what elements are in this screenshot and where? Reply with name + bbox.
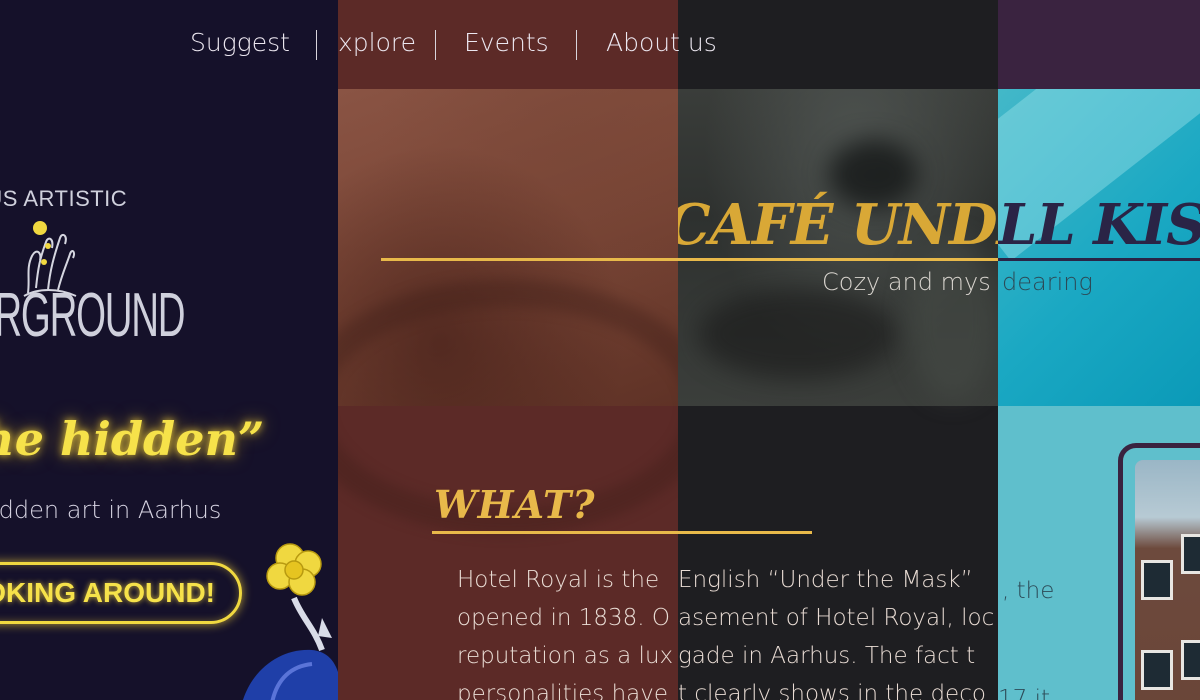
cafe-title: CAFÉ UNDER [678,192,998,258]
tagline: the hidden” [0,412,265,466]
body-line: gade in Aarhus. The fact t [678,643,976,669]
title-underline [381,258,678,261]
nav-separator [576,30,577,60]
title-underline [678,258,998,261]
nav-events[interactable]: Events [464,28,549,57]
kiss-subtitle: dearing [1002,268,1093,296]
nav-suggest[interactable]: Suggest [190,28,290,57]
what-underline [432,531,678,534]
top-bar [998,0,1200,89]
body-fragment: 17 it [998,686,1050,700]
hero-image [338,89,678,535]
cafe-subtitle: Cozy and mys [822,268,991,296]
building-photo [1135,460,1200,700]
what-heading: WHAT? [434,482,596,527]
logo-bottom-text: ERGROUND [0,281,186,350]
body-line: asement of Hotel Royal, loc [678,605,995,631]
nav-about[interactable]: About us [606,28,717,57]
body-fragment: , the [1002,578,1055,604]
body-line: opened in 1838. O [457,605,670,631]
subline: idden art in Aarhus [0,496,222,524]
body-line: Hotel Royal is the [457,567,660,593]
body-line: English “Under the Mask” [678,567,973,593]
body-line: t clearly shows in the deco [678,681,986,700]
what-panel: WHAT? Hotel Royal is the opened in 1838.… [338,0,678,700]
kiss-panel: LL KISS dearing , the 17 it [998,0,1200,700]
body-line: reputation as a lux [457,643,674,669]
photo-frame [1118,443,1200,700]
landing-panel: HUS ARTISTIC ERGROUND the hidden” idden … [0,0,338,700]
nav-separator [316,30,317,60]
cafe-panel: CAFÉ UNDER Cozy and mys English “Under t… [678,0,998,700]
body-line: personalities have [457,681,668,700]
start-looking-button[interactable]: OKING AROUND! [0,562,242,624]
kiss-title: LL KISS [998,192,1200,258]
what-underline [678,531,812,534]
yellow-flower-icon [243,543,338,700]
nav-separator [435,30,436,60]
title-underline [998,258,1200,261]
nav-explore[interactable]: xplore [338,28,416,57]
